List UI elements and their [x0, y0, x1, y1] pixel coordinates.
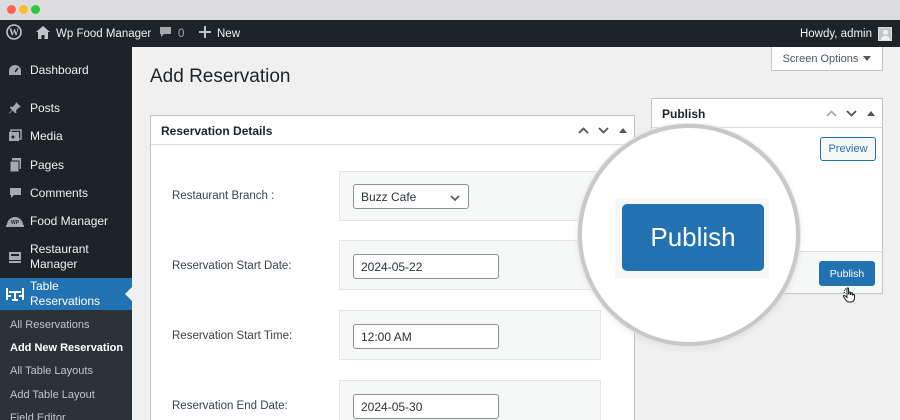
sidebar-item-label: Food Manager	[30, 213, 109, 228]
sidebar-item-label: Pages	[30, 157, 65, 172]
comment-icon	[0, 187, 30, 199]
zoomed-publish-button: Publish	[622, 204, 764, 271]
sidebar-item-food-manager[interactable]: WP Food Manager	[0, 210, 132, 232]
sidebar-item-label: Dashboard	[30, 62, 89, 77]
field-label: Reservation End Date:	[172, 400, 288, 412]
hand-cursor-icon	[842, 287, 856, 308]
preview-button[interactable]: Preview	[820, 137, 876, 161]
reservation-details-metabox: Reservation Details Restaurant Branch : …	[150, 115, 635, 420]
restaurant-icon	[0, 250, 30, 264]
admin-sidebar: Dashboard Posts Media Pages Comments WP …	[0, 47, 132, 420]
plus-icon	[199, 26, 211, 41]
sidebar-item-media[interactable]: Media	[0, 125, 132, 147]
admin-bar: W Wp Food Manager 0 New Howdy, admin	[0, 20, 900, 47]
site-name-link[interactable]: Wp Food Manager	[36, 20, 151, 47]
comment-bubble-icon	[159, 26, 172, 41]
maximize-window-button[interactable]	[31, 5, 40, 14]
comments-count: 0	[178, 27, 185, 40]
end-date-input[interactable]: 2024-05-30	[353, 394, 499, 419]
new-label: New	[217, 27, 241, 40]
dashboard-icon	[0, 64, 30, 77]
move-down-icon[interactable]	[596, 123, 610, 137]
caret-down-icon	[863, 53, 872, 65]
comments-link[interactable]: 0	[159, 20, 184, 47]
sidebar-item-label: Posts	[30, 100, 61, 115]
screen-options-button[interactable]: Screen Options	[771, 47, 883, 71]
field-panel: 2024-05-22	[339, 240, 601, 290]
wordpress-logo-icon: W	[6, 24, 22, 43]
restaurant-branch-value: Buzz Cafe	[361, 189, 417, 204]
move-up-icon[interactable]	[824, 106, 838, 120]
publish-button[interactable]: Publish	[819, 261, 875, 286]
move-down-icon[interactable]	[844, 106, 858, 120]
window-titlebar	[0, 0, 900, 20]
submenu-add-table-layout[interactable]: Add Table Layout	[10, 389, 95, 401]
restaurant-branch-select[interactable]: Buzz Cafe	[353, 184, 469, 209]
field-label: Reservation Start Time:	[172, 330, 293, 342]
sidebar-item-label: Media	[30, 128, 63, 143]
field-label: Restaurant Branch :	[172, 190, 275, 202]
sidebar-item-restaurant-manager[interactable]: Restaurant Manager	[0, 241, 132, 273]
table-reservations-submenu: All Reservations Add New Reservation All…	[0, 310, 132, 420]
sidebar-item-label: Comments	[30, 185, 89, 200]
submenu-all-table-layouts[interactable]: All Table Layouts	[10, 365, 93, 377]
pin-icon	[0, 101, 30, 115]
current-menu-arrow	[125, 287, 132, 301]
media-icon	[0, 129, 30, 143]
svg-text:W: W	[9, 28, 19, 39]
sidebar-item-pages[interactable]: Pages	[0, 154, 132, 176]
pages-icon	[0, 158, 30, 172]
sidebar-item-comments[interactable]: Comments	[0, 182, 132, 204]
user-account-menu[interactable]: Howdy, admin	[800, 20, 892, 47]
metabox-handle-actions	[824, 106, 878, 120]
howdy-label: Howdy, admin	[799, 27, 872, 40]
sidebar-item-label: Restaurant Manager	[30, 242, 89, 271]
wordpress-logo-menu[interactable]: W	[6, 20, 22, 47]
new-content-link[interactable]: New	[199, 20, 240, 47]
reservation-details-title: Reservation Details	[161, 124, 273, 138]
start-date-input[interactable]: 2024-05-22	[353, 254, 499, 279]
chevron-down-icon	[450, 191, 460, 205]
zoom-magnifier: Publish	[578, 124, 800, 346]
table-icon	[0, 286, 30, 302]
submenu-all-reservations[interactable]: All Reservations	[10, 319, 89, 331]
field-label: Reservation Start Date:	[172, 260, 292, 272]
screen-options-label: Screen Options	[782, 52, 859, 65]
close-window-button[interactable]	[7, 5, 16, 14]
submenu-field-editor[interactable]: Field Editor	[10, 412, 66, 420]
sidebar-item-table-reservations[interactable]: Table Reservations	[0, 278, 132, 310]
submenu-add-new-reservation[interactable]: Add New Reservation	[10, 342, 123, 354]
sidebar-item-posts[interactable]: Posts	[0, 97, 132, 119]
site-name-label: Wp Food Manager	[56, 27, 152, 40]
minimize-window-button[interactable]	[19, 5, 28, 14]
field-panel: 12:00 AM	[339, 310, 601, 360]
reservation-details-header: Reservation Details	[151, 116, 634, 145]
field-panel: Buzz Cafe	[339, 171, 601, 221]
toggle-panel-icon[interactable]	[616, 123, 630, 137]
sidebar-item-label: Table Reservations	[29, 279, 101, 308]
home-icon	[36, 25, 50, 42]
start-time-input[interactable]: 12:00 AM	[353, 324, 499, 349]
metabox-handle-actions	[576, 123, 630, 137]
field-panel: 2024-05-30	[339, 380, 601, 420]
page-title: Add Reservation	[150, 66, 291, 87]
publish-title: Publish	[662, 107, 706, 121]
move-up-icon[interactable]	[576, 123, 590, 137]
svg-text:WP: WP	[11, 220, 20, 226]
food-manager-icon: WP	[0, 215, 30, 227]
avatar	[878, 26, 892, 41]
sidebar-item-dashboard[interactable]: Dashboard	[0, 59, 132, 81]
toggle-panel-icon[interactable]	[864, 106, 878, 120]
